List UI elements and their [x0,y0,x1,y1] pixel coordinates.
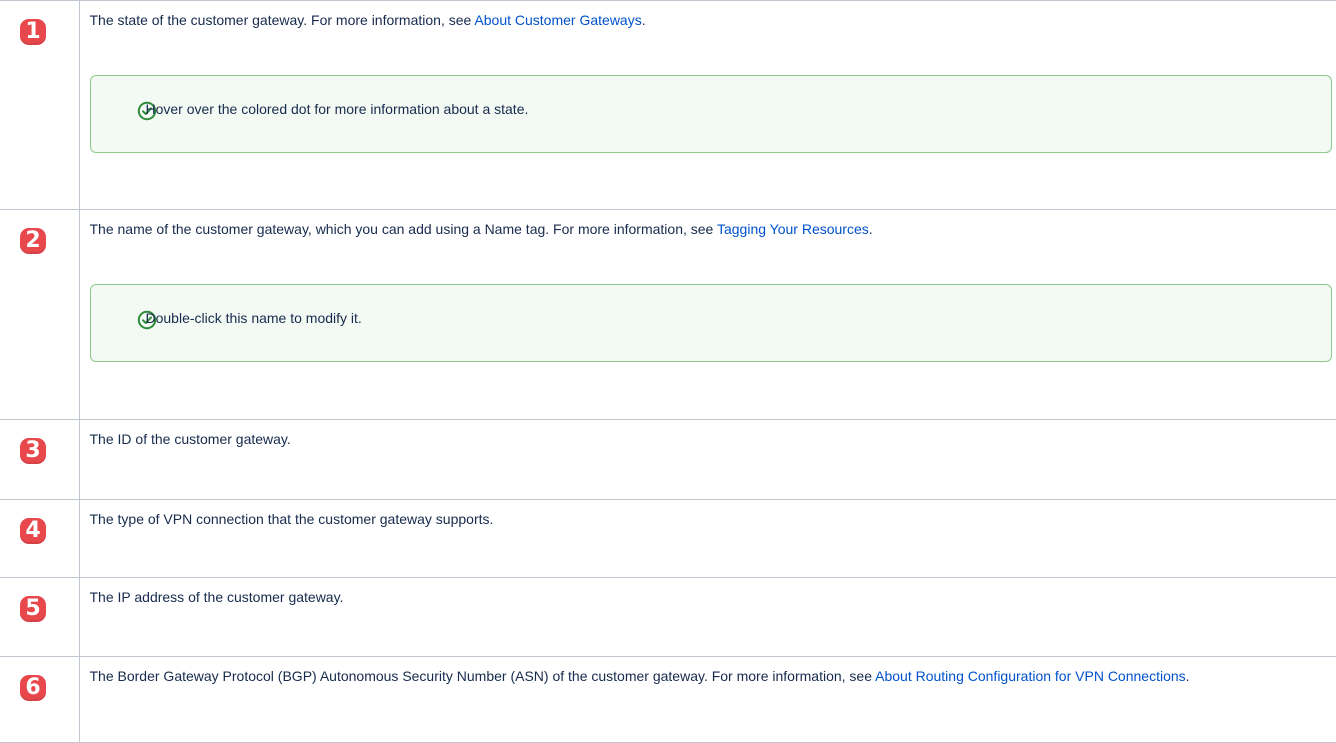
callout-description: The Border Gateway Protocol (BGP) Autono… [90,666,1336,686]
callout-description: The name of the customer gateway, which … [90,219,1336,239]
callout-badge-1: 1 [20,19,46,45]
callout-row: 6 The Border Gateway Protocol (BGP) Auto… [0,657,1336,743]
callout-row: 3 The ID of the customer gateway. [0,420,1336,500]
callout-row: 1 The state of the customer gateway. For… [0,1,1336,210]
callout-description: The state of the customer gateway. For m… [90,10,1336,30]
callout-row: 4 The type of VPN connection that the cu… [0,500,1336,578]
tip-panel: Hover over the colored dot for more info… [90,75,1333,153]
tip-text: Hover over the colored dot for more info… [146,99,529,119]
about-customer-gateways-link[interactable]: About Customer Gateways [474,12,641,28]
callout-badge-5: 5 [20,596,46,622]
callout-badge-2: 2 [20,228,46,254]
description-text: The Border Gateway Protocol (BGP) Autono… [90,668,876,684]
callout-description-cell: The name of the customer gateway, which … [79,210,1336,420]
callout-description-cell: The ID of the customer gateway. [79,420,1336,500]
callout-badge-6: 6 [20,675,46,701]
callout-number-cell: 6 [0,657,79,743]
description-text: The name of the customer gateway, which … [90,221,717,237]
callout-description: The type of VPN connection that the cust… [90,509,1336,529]
description-text: The state of the customer gateway. For m… [90,12,475,28]
callout-number-cell: 2 [0,210,79,420]
callout-table: 1 The state of the customer gateway. For… [0,0,1336,743]
callout-row: 2 The name of the customer gateway, whic… [0,210,1336,420]
callout-description-cell: The state of the customer gateway. For m… [79,1,1336,210]
description-text-end: . [1186,668,1190,684]
callout-badge-3: 3 [20,438,46,464]
callout-number-cell: 1 [0,1,79,210]
callout-badge-4: 4 [20,518,46,544]
description-text-end: . [642,12,646,28]
callout-description-cell: The IP address of the customer gateway. [79,578,1336,657]
callout-row: 5 The IP address of the customer gateway… [0,578,1336,657]
callout-description-cell: The type of VPN connection that the cust… [79,500,1336,578]
callout-description: The ID of the customer gateway. [90,429,1336,449]
tip-text: Double-click this name to modify it. [146,308,362,328]
tip-panel: Double-click this name to modify it. [90,284,1333,362]
callout-description: The IP address of the customer gateway. [90,587,1336,607]
callout-number-cell: 5 [0,578,79,657]
callout-number-cell: 4 [0,500,79,578]
callout-number-cell: 3 [0,420,79,500]
description-text-end: . [869,221,873,237]
tagging-your-resources-link[interactable]: Tagging Your Resources [717,221,869,237]
about-routing-configuration-link[interactable]: About Routing Configuration for VPN Conn… [875,668,1186,684]
callout-description-cell: The Border Gateway Protocol (BGP) Autono… [79,657,1336,743]
